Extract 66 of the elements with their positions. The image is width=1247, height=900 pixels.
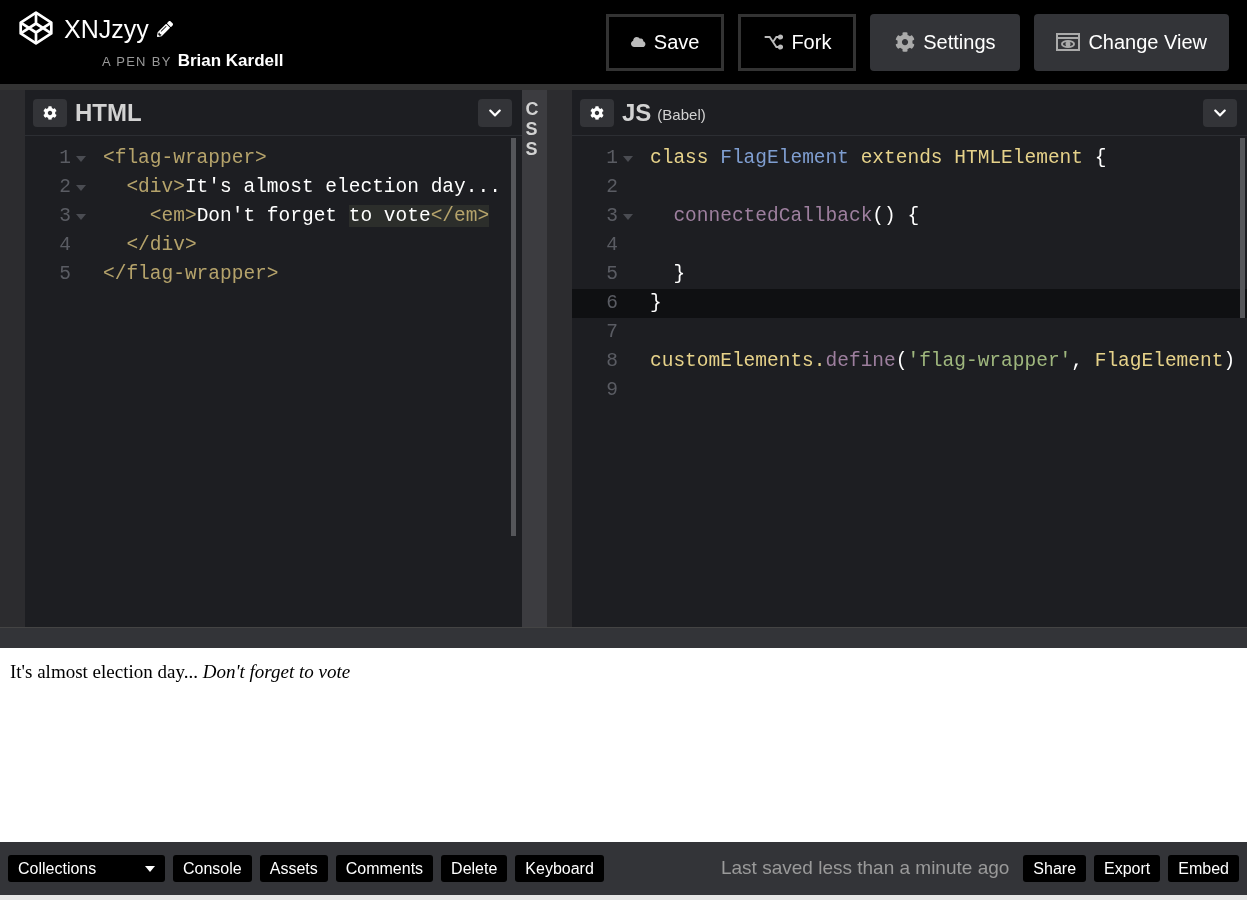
line-number: 6 bbox=[605, 291, 618, 316]
byline-label: A PEN BY bbox=[102, 53, 172, 71]
line-number: 2 bbox=[605, 175, 618, 200]
edit-pencil-icon[interactable] bbox=[156, 21, 173, 38]
line-number: 2 bbox=[58, 175, 71, 200]
header-button[interactable]: Settings bbox=[870, 13, 1021, 71]
code-line: <div>It's almost election day... bbox=[125, 175, 501, 200]
author-link[interactable]: Brian Kardell bbox=[177, 48, 284, 74]
editor-settings-button[interactable] bbox=[580, 98, 614, 127]
resize-bar[interactable] bbox=[0, 627, 1247, 648]
footer-button[interactable]: Embed bbox=[1168, 855, 1239, 882]
footer-button[interactable]: Keyboard bbox=[515, 855, 604, 882]
line-number: 4 bbox=[58, 233, 71, 258]
fold-caret-icon[interactable] bbox=[623, 213, 633, 220]
code-line: <em>Don't forget to vote</em> bbox=[148, 204, 490, 229]
settings-icon bbox=[895, 32, 916, 52]
line-number: 8 bbox=[605, 349, 618, 374]
editor-settings-button[interactable] bbox=[33, 98, 67, 127]
code-line: } bbox=[649, 291, 662, 316]
save-status: Last saved less than a minute ago bbox=[721, 856, 1010, 881]
settings-icon bbox=[590, 105, 604, 120]
footer-button[interactable]: Console bbox=[173, 855, 252, 882]
line-number: 1 bbox=[58, 146, 71, 171]
editor-subtitle: (Babel) bbox=[657, 105, 706, 126]
cube-logo-icon[interactable] bbox=[18, 10, 54, 46]
fold-caret-icon[interactable] bbox=[76, 213, 86, 220]
scrollbar[interactable] bbox=[511, 138, 516, 536]
window-eye-icon bbox=[1056, 32, 1081, 52]
line-number: 5 bbox=[58, 262, 71, 287]
collapse-button[interactable] bbox=[1203, 98, 1237, 127]
preview-text: It's almost election day... Don't forget to vote bbox=[10, 660, 352, 684]
line-number: 3 bbox=[58, 204, 71, 229]
editor-title: JS bbox=[622, 97, 652, 128]
collapsed-css-panel[interactable]: CSS bbox=[522, 90, 547, 627]
code-line: <flag-wrapper> bbox=[102, 146, 267, 171]
footer-button[interactable]: Export bbox=[1094, 855, 1161, 882]
fold-caret-icon[interactable] bbox=[623, 155, 633, 162]
code-line: </flag-wrapper> bbox=[102, 262, 279, 287]
caret-icon bbox=[145, 865, 155, 872]
code-line: customElements.define('flag-wrapper', FlagElement) bbox=[649, 349, 1236, 374]
pen-title: XNJzyy bbox=[64, 13, 149, 45]
line-number: 7 bbox=[605, 320, 618, 345]
line-number: 3 bbox=[605, 204, 618, 229]
fold-caret-icon[interactable] bbox=[76, 155, 86, 162]
collections-dropdown[interactable]: Collections bbox=[8, 855, 165, 882]
code-line: } bbox=[672, 262, 686, 287]
collapse-button[interactable] bbox=[478, 98, 512, 127]
line-number: 5 bbox=[605, 262, 618, 287]
footer-button[interactable]: Delete bbox=[441, 855, 508, 882]
footer-button[interactable]: Comments bbox=[335, 855, 434, 882]
header-button[interactable]: Save bbox=[606, 13, 725, 71]
editor-title: HTML bbox=[75, 97, 142, 128]
code-line: connectedCallback() { bbox=[672, 204, 920, 229]
code-line: </div> bbox=[125, 233, 197, 258]
line-number: 4 bbox=[605, 233, 618, 258]
footer-button[interactable]: Share bbox=[1023, 855, 1087, 882]
header-button[interactable]: Fork bbox=[738, 13, 857, 71]
footer-button[interactable]: Assets bbox=[259, 855, 328, 882]
line-number: 1 bbox=[605, 146, 618, 171]
css-tab-label[interactable]: CSS bbox=[525, 100, 544, 627]
code-line: class FlagElement extends HTMLElement { bbox=[649, 146, 1107, 171]
fold-caret-icon[interactable] bbox=[76, 184, 86, 191]
line-number: 9 bbox=[605, 378, 618, 403]
settings-icon bbox=[43, 105, 57, 120]
scrollbar[interactable] bbox=[1240, 138, 1245, 318]
header-button[interactable]: Change View bbox=[1034, 13, 1229, 71]
